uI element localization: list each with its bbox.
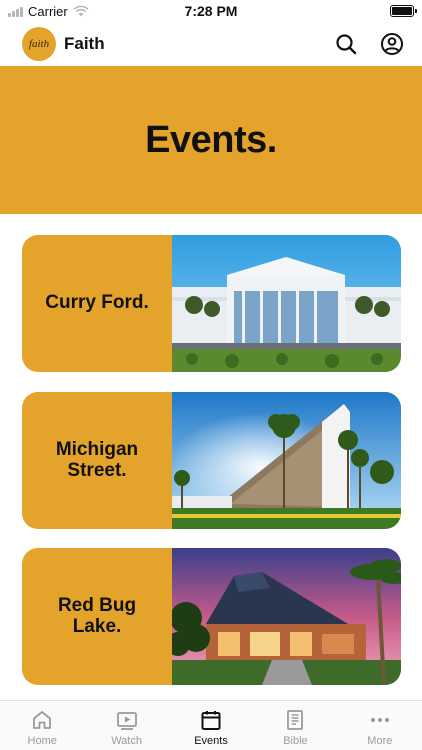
events-hero: Events.: [0, 66, 422, 214]
event-card-label: Red Bug Lake.: [57, 594, 137, 637]
tab-home[interactable]: Home: [0, 701, 84, 750]
profile-icon[interactable]: [380, 32, 404, 56]
tab-watch-label: Watch: [111, 735, 142, 747]
logo-text: faith: [28, 38, 50, 50]
tab-more[interactable]: More: [338, 701, 422, 750]
status-bar: Carrier 7:28 PM: [0, 0, 422, 22]
header-actions: [334, 32, 404, 56]
tab-home-label: Home: [27, 735, 57, 747]
status-left: Carrier: [8, 4, 89, 19]
tab-more-label: More: [367, 735, 393, 747]
tab-watch[interactable]: Watch: [84, 701, 168, 750]
event-photo-michigan-street: [172, 392, 401, 529]
tab-bible[interactable]: Bible: [253, 701, 337, 750]
wifi-icon: [73, 5, 89, 17]
event-card-curry-ford[interactable]: Curry Ford.: [22, 235, 401, 372]
signal-icon: [8, 6, 23, 17]
event-photo-red-bug-lake: [172, 548, 401, 685]
event-card-label: Michigan Street.: [55, 438, 139, 481]
app-logo[interactable]: faith: [22, 27, 56, 61]
battery-icon: [390, 5, 417, 17]
tab-events-label: Events: [194, 735, 228, 747]
tab-bible-label: Bible: [283, 735, 308, 747]
event-card-red-bug-lake[interactable]: Red Bug Lake.: [22, 548, 401, 685]
play-icon: [115, 708, 139, 732]
app-name: Faith: [64, 34, 105, 53]
event-card-michigan-street[interactable]: Michigan Street.: [22, 392, 401, 529]
more-icon: [368, 708, 392, 732]
tab-events[interactable]: Events: [169, 701, 253, 750]
search-icon[interactable]: [334, 32, 358, 56]
page-title: Events.: [145, 118, 277, 161]
carrier-label: Carrier: [28, 3, 68, 19]
bible-icon: [283, 708, 307, 732]
calendar-icon: [199, 708, 223, 732]
bottom-tab-bar: Home Watch Events Bible More: [0, 700, 422, 750]
event-photo-curry-ford: [172, 235, 401, 372]
home-icon: [30, 708, 54, 732]
app-header: faith Faith: [0, 22, 422, 66]
event-card-label: Curry Ford.: [45, 292, 149, 314]
